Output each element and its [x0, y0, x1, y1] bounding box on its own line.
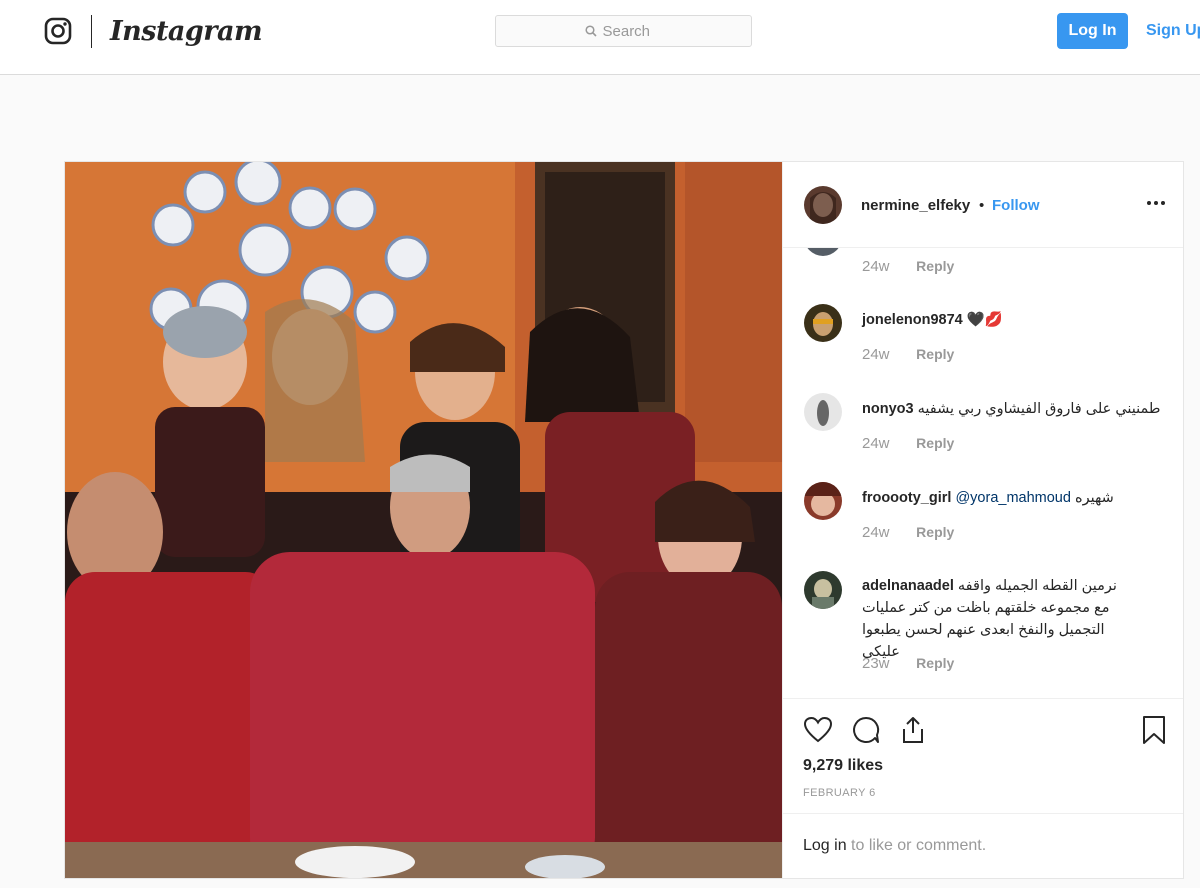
comment-meta: 24w Reply: [862, 435, 954, 452]
comment-username[interactable]: frooooty_girl: [862, 490, 951, 506]
comment-time[interactable]: 23w: [862, 655, 912, 672]
post-actions: 9,279 likes FEBRUARY 6: [783, 698, 1183, 813]
top-navigation-bar: Instagram Log In Sign Up: [0, 0, 1200, 75]
sign-up-link[interactable]: Sign Up: [1146, 13, 1200, 49]
more-options-icon[interactable]: [1144, 193, 1168, 213]
group-photo: [65, 162, 782, 878]
comment-time[interactable]: 24w: [862, 258, 912, 275]
commenter-avatar[interactable]: [804, 304, 842, 342]
comment-meta: 24w Reply: [862, 524, 954, 541]
search-icon: [584, 25, 597, 37]
bookmark-icon[interactable]: [1139, 715, 1169, 745]
comment-meta: 23w Reply: [862, 655, 954, 672]
post-card: nermine_elfeky • Follow 24w Reply jonele…: [64, 161, 1184, 879]
comment-username[interactable]: nonyo3: [862, 401, 914, 417]
comment-text: jonelenon9874 🖤💋: [862, 309, 1162, 331]
comment-username[interactable]: jonelenon9874: [862, 312, 963, 328]
comment-time[interactable]: 24w: [862, 524, 912, 541]
search-box[interactable]: [495, 15, 752, 47]
instagram-wordmark[interactable]: Instagram: [110, 12, 263, 52]
reply-button[interactable]: Reply: [916, 258, 954, 274]
share-icon[interactable]: [898, 715, 928, 745]
reply-button[interactable]: Reply: [916, 435, 954, 451]
comment-meta: 24w Reply: [862, 258, 954, 275]
comment-time[interactable]: 24w: [862, 435, 912, 452]
comment-mention[interactable]: @yora_mahmoud: [955, 490, 1070, 506]
post-header: nermine_elfeky • Follow: [783, 162, 1183, 248]
commenter-avatar[interactable]: [804, 482, 842, 520]
comment-text: nonyo3 طمنيني على فاروق الفيشاوي ربي يشف…: [862, 398, 1162, 420]
instagram-glyph-icon[interactable]: [44, 17, 72, 45]
commenter-avatar[interactable]: [804, 248, 842, 256]
post-side-panel: nermine_elfeky • Follow 24w Reply jonele…: [782, 162, 1183, 878]
log-in-button[interactable]: Log In: [1057, 13, 1128, 49]
commenter-avatar[interactable]: [804, 393, 842, 431]
comment-body: 🖤💋: [966, 312, 1003, 328]
log-in-link[interactable]: Log in: [803, 837, 847, 854]
search-input[interactable]: [602, 22, 663, 40]
comment-time[interactable]: 24w: [862, 346, 912, 363]
reply-button[interactable]: Reply: [916, 655, 954, 671]
heart-icon[interactable]: [803, 715, 833, 745]
likes-count[interactable]: 9,279 likes: [803, 757, 883, 775]
reply-button[interactable]: Reply: [916, 346, 954, 362]
post-photo[interactable]: [65, 162, 782, 878]
commenter-avatar[interactable]: [804, 571, 842, 609]
login-prompt-text: to like or comment.: [846, 837, 987, 854]
nav-divider: [91, 15, 92, 48]
header-separator: •: [979, 197, 985, 214]
author-username[interactable]: nermine_elfeky: [861, 197, 970, 214]
author-avatar[interactable]: [804, 186, 842, 224]
comments-list[interactable]: 24w Reply jonelenon9874 🖤💋 24w Reply non…: [783, 248, 1183, 698]
comment-body: طمنيني على فاروق الفيشاوي ربي يشفيه: [917, 401, 1161, 417]
comment-text: frooooty_girl @yora_mahmoud شهيره: [862, 487, 1162, 509]
reply-button[interactable]: Reply: [916, 524, 954, 540]
follow-button[interactable]: Follow: [992, 197, 1040, 214]
comment-icon[interactable]: [851, 715, 881, 745]
comment-meta: 24w Reply: [862, 346, 954, 363]
login-prompt: Log in to like or comment.: [783, 813, 1183, 878]
comment-text: adelnanaadel نرمين القطه الجميله واقفه م…: [862, 575, 1132, 663]
post-date[interactable]: FEBRUARY 6: [803, 787, 876, 799]
comment-body: شهيره: [1074, 490, 1114, 506]
comment-username[interactable]: adelnanaadel: [862, 578, 954, 594]
